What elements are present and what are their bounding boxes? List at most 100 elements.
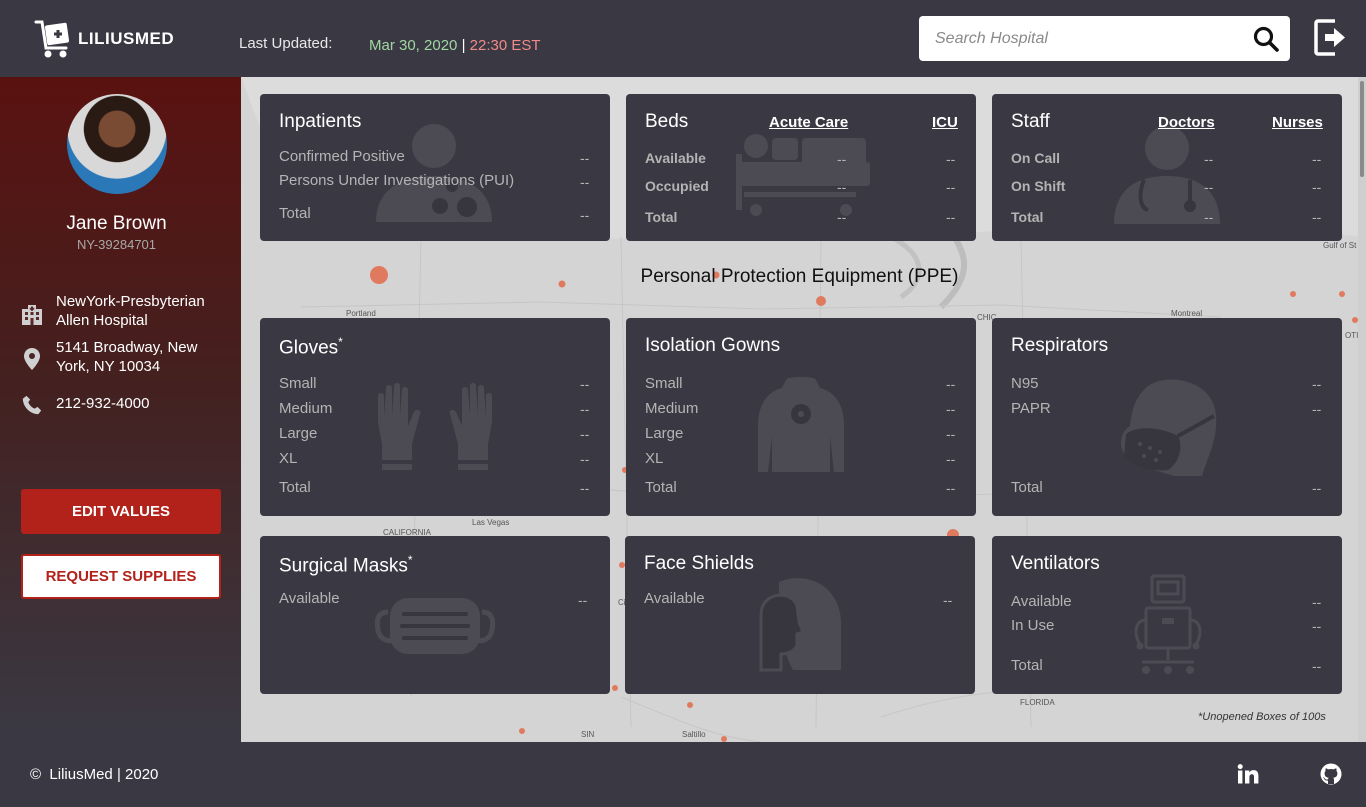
gowns-medium-value: --: [946, 401, 956, 417]
masks-title: Surgical Masks*: [279, 553, 413, 577]
hospital-name: NewYork-Presbyterian Allen Hospital: [56, 293, 205, 329]
shields-title: Face Shields: [644, 553, 754, 574]
last-updated-date: Mar 30, 2020: [369, 37, 458, 54]
gowns-small-label: Small: [645, 375, 683, 392]
beds-available-acute: --: [837, 151, 847, 167]
inpatients-confirmed-label: Confirmed Positive: [279, 148, 405, 165]
github-icon[interactable]: [1320, 763, 1342, 785]
hospital-info: NewYork-Presbyterian Allen Hospital: [20, 292, 226, 330]
last-updated-separator: |: [461, 37, 466, 54]
map-label-saltillo: Saltillo: [682, 730, 706, 739]
staff-col-nurses[interactable]: Nurses: [1272, 114, 1323, 131]
search-box: [919, 16, 1290, 61]
beds-col-acute-care[interactable]: Acute Care: [769, 114, 848, 131]
beds-title: Beds: [645, 111, 689, 132]
gloves-large-value: --: [580, 426, 590, 442]
avatar: [67, 94, 167, 194]
search-icon[interactable]: [1252, 25, 1280, 53]
beds-total-label: Total: [645, 209, 678, 225]
respirators-papr-value: --: [1312, 401, 1322, 417]
respirators-n95-value: --: [1312, 376, 1322, 392]
beds-total-acute: --: [837, 209, 847, 225]
hazmat-gown-icon: [758, 377, 844, 472]
map-label-gulf: Gulf of St: [1323, 241, 1357, 250]
surgical-masks-card: Surgical Masks* Available --: [260, 536, 610, 694]
footer: © LiliusMed | 2020: [0, 742, 1366, 807]
inpatients-confirmed-value: --: [580, 150, 590, 166]
ventilators-inuse-value: --: [1312, 618, 1322, 634]
gloves-medium-value: --: [580, 401, 590, 417]
ventilators-available-label: Available: [1011, 593, 1072, 610]
surgical-mask-icon: [374, 598, 496, 654]
linkedin-icon[interactable]: [1237, 764, 1259, 784]
map-label-sin: SIN: [581, 730, 595, 739]
phone-number[interactable]: 212-932-4000: [56, 394, 149, 416]
respirators-papr-label: PAPR: [1011, 400, 1051, 417]
beds-occupied-icu: --: [946, 179, 956, 195]
logout-icon[interactable]: [1313, 17, 1347, 58]
staff-col-doctors[interactable]: Doctors: [1158, 114, 1215, 131]
staff-onshift-nurses: --: [1312, 179, 1322, 195]
isolation-gowns-card: Isolation Gowns Small -- Medium -- Large…: [626, 318, 976, 516]
staff-onshift-label: On Shift: [1011, 178, 1066, 194]
scrollbar[interactable]: [1358, 77, 1366, 742]
masks-available-value: --: [578, 592, 588, 608]
staff-oncall-doctors: --: [1204, 151, 1214, 167]
inpatients-pui-label: Persons Under Investigations (PUI): [279, 172, 515, 189]
staff-oncall-label: On Call: [1011, 150, 1061, 166]
gloves-total-label: Total: [279, 479, 311, 496]
app-logo[interactable]: LILIUSMED: [34, 18, 174, 60]
gowns-medium-label: Medium: [645, 400, 699, 417]
masks-asterisk: *: [407, 553, 413, 567]
map-label-montreal: Montreal: [1171, 309, 1203, 318]
gowns-large-value: --: [946, 426, 956, 442]
last-updated-label: Last Updated:: [239, 35, 333, 52]
inpatients-total-value: --: [580, 207, 590, 223]
gowns-total-label: Total: [645, 479, 677, 496]
masks-title-text: Surgical Masks: [279, 555, 408, 577]
gowns-title: Isolation Gowns: [645, 335, 781, 356]
last-updated-time: 22:30 EST: [469, 37, 541, 54]
inpatients-title: Inpatients: [279, 111, 362, 132]
staff-onshift-doctors: --: [1204, 179, 1214, 195]
inpatients-total-label: Total: [279, 205, 311, 222]
map-label-florida: FLORIDA: [1020, 698, 1055, 707]
gowns-small-value: --: [946, 376, 956, 392]
app-name: LILIUSMED: [78, 29, 175, 48]
map-label-portland: Portland: [346, 309, 376, 318]
request-supplies-button[interactable]: REQUEST SUPPLIES: [21, 554, 221, 599]
beds-occupied-label: Occupied: [645, 178, 709, 194]
gowns-xl-label: XL: [645, 450, 664, 467]
respirator-mask-icon: [1121, 379, 1217, 476]
edit-values-button[interactable]: EDIT VALUES: [21, 489, 221, 534]
face-shield-icon: [759, 578, 841, 672]
address-info: 5141 Broadway, New York, NY 10034: [20, 338, 216, 376]
copyright-name: LiliusMed: [49, 766, 113, 783]
staff-title: Staff: [1011, 111, 1050, 132]
gloves-total-value: --: [580, 480, 590, 496]
respirators-card: Respirators N95 -- PAPR -- Total --: [992, 318, 1342, 516]
hospital-cart-logo-icon: [34, 20, 70, 58]
search-input[interactable]: [935, 26, 1245, 51]
respirators-title: Respirators: [1011, 335, 1109, 356]
profile-sidebar: Jane Brown NY-39284701 NewYork-Presbyter…: [0, 77, 241, 742]
gowns-large-label: Large: [645, 425, 684, 442]
ppe-heading: Personal Protection Equipment (PPE): [640, 266, 959, 287]
respirators-n95-label: N95: [1011, 375, 1039, 392]
beds-occupied-acute: --: [837, 179, 847, 195]
copyright: © LiliusMed | 2020: [30, 766, 158, 783]
inpatients-card: Inpatients Confirmed Positive -- Persons…: [260, 94, 610, 241]
gloves-title-text: Gloves: [279, 337, 339, 359]
top-header: LILIUSMED Last Updated: Mar 30, 2020 | 2…: [0, 0, 1366, 77]
shields-available-label: Available: [644, 590, 705, 607]
copyright-symbol: ©: [30, 766, 42, 783]
gloves-icon: [378, 383, 492, 470]
last-updated-value: Mar 30, 2020 | 22:30 EST: [369, 37, 541, 54]
scrollbar-thumb[interactable]: [1360, 81, 1364, 177]
respirators-total-value: --: [1312, 480, 1322, 496]
face-shields-card: Face Shields Available --: [625, 536, 975, 694]
beds-col-icu[interactable]: ICU: [932, 114, 958, 131]
masks-available-label: Available: [279, 590, 340, 607]
gloves-xl-label: XL: [279, 450, 298, 467]
ventilators-available-value: --: [1312, 594, 1322, 610]
